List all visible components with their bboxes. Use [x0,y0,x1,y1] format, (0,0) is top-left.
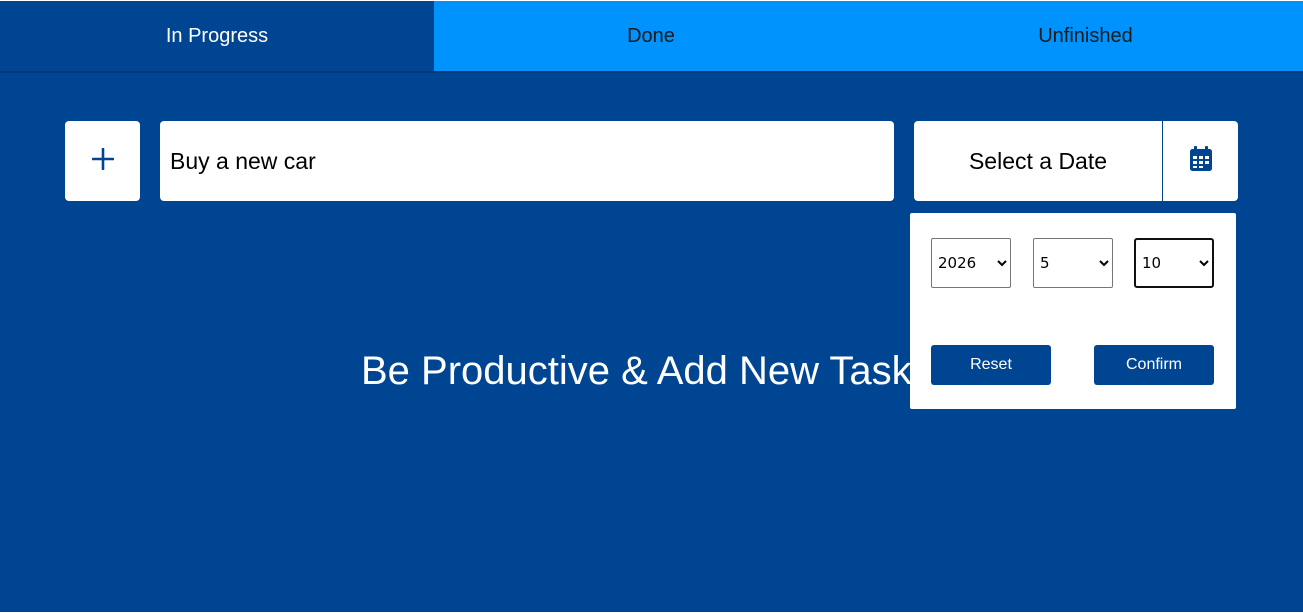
calendar-icon [1189,146,1212,176]
tab-done[interactable]: Done [434,1,868,71]
task-input[interactable] [160,121,894,201]
tab-bar: In Progress Done Unfinished [0,1,1303,73]
calendar-button[interactable] [1163,121,1238,201]
month-select[interactable]: 5 [1033,238,1113,288]
date-picker-popup: 2026 5 10 Reset Confirm [910,213,1236,409]
select-date-label: Select a Date [968,147,1108,174]
reset-button[interactable]: Reset [931,345,1051,385]
select-date-button[interactable]: Select a Date [914,121,1162,201]
year-select[interactable]: 2026 [931,238,1011,288]
app-container: In Progress Done Unfinished Select a Dat… [0,1,1303,612]
tab-in-progress[interactable]: In Progress [0,1,434,71]
plus-icon [91,147,114,175]
tab-unfinished[interactable]: Unfinished [868,1,1303,71]
day-select[interactable]: 10 [1134,238,1214,288]
confirm-button[interactable]: Confirm [1094,345,1214,385]
add-task-button[interactable] [65,121,140,201]
empty-state-message: Be Productive & Add New Tasks [361,349,932,393]
